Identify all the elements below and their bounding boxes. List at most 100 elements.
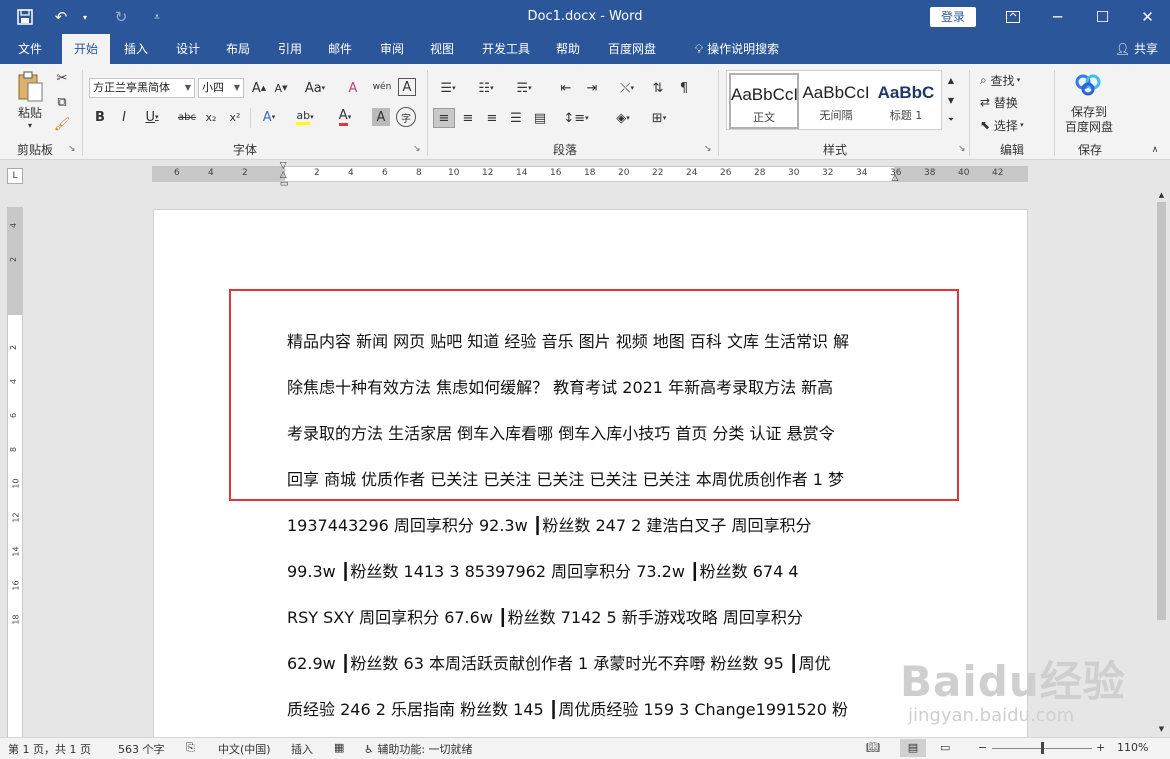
macro-record-icon[interactable]: ▦ bbox=[334, 741, 344, 754]
grow-font-icon[interactable]: A ▲ bbox=[250, 79, 268, 97]
document-line[interactable]: 质经验 246 2 乐居指南 粉丝数 145 ┃周优质经验 159 3 Chan… bbox=[287, 696, 848, 720]
font-launcher-icon[interactable]: ↘ bbox=[413, 144, 421, 154]
proofing-icon[interactable]: ⎘ bbox=[186, 741, 195, 755]
paragraph-launcher-icon[interactable]: ↘ bbox=[704, 144, 712, 154]
zoom-slider-thumb[interactable] bbox=[1041, 742, 1044, 754]
decrease-indent-icon[interactable]: ⇤ bbox=[556, 79, 576, 97]
align-center-button[interactable]: ≡ bbox=[458, 108, 478, 128]
align-left-button[interactable]: ≡ bbox=[433, 108, 455, 128]
tab-review[interactable]: 审阅 bbox=[370, 34, 414, 64]
distributed-button[interactable]: ▤ bbox=[530, 108, 550, 128]
line-spacing-button[interactable]: ↕≡ ▾ bbox=[562, 108, 590, 128]
vertical-ruler[interactable]: 4 2 2 4 6 8 10 12 14 16 18 bbox=[7, 207, 23, 737]
page-count[interactable]: 第 1 页，共 1 页 bbox=[8, 741, 91, 757]
language-indicator[interactable]: 中文(中国) bbox=[218, 741, 271, 757]
borders-button[interactable]: ⊞ ▾ bbox=[644, 108, 674, 128]
web-layout-icon[interactable]: ▭ bbox=[940, 741, 950, 754]
style-heading-1[interactable]: AaBbC 标题 1 bbox=[871, 73, 941, 129]
font-color-button[interactable]: A ▾ bbox=[332, 108, 358, 126]
minimize-icon[interactable]: ─ bbox=[1035, 0, 1080, 34]
save-to-netdisk-button[interactable]: 保存到 bbox=[1058, 104, 1120, 119]
cut-icon[interactable]: ✂ bbox=[54, 70, 70, 86]
tab-mailings[interactable]: 邮件 bbox=[318, 34, 362, 64]
zoom-level[interactable]: 110% bbox=[1117, 741, 1148, 754]
tab-developer[interactable]: 开发工具 bbox=[474, 34, 538, 64]
zoom-out-icon[interactable]: − bbox=[978, 741, 987, 754]
document-line[interactable]: 1937443296 周回享积分 92.3w ┃粉丝数 247 2 建浩白叉子 … bbox=[287, 512, 811, 536]
word-count[interactable]: 563 个字 bbox=[118, 741, 165, 757]
replace-button[interactable]: ⇄ 替换 bbox=[980, 93, 1040, 111]
justify-button[interactable]: ☰ bbox=[506, 108, 526, 128]
align-right-button[interactable]: ≡ bbox=[482, 108, 502, 128]
character-border-icon[interactable]: A bbox=[398, 78, 416, 96]
tab-selector[interactable]: L bbox=[7, 168, 23, 184]
document-line[interactable]: 99.3w ┃粉丝数 1413 3 85397962 周回享积分 73.2w ┃… bbox=[287, 558, 799, 582]
tab-help[interactable]: 帮助 bbox=[546, 34, 590, 64]
paste-button[interactable]: 粘贴 bbox=[12, 104, 48, 120]
find-button[interactable]: ⌕ 查找 ▾ bbox=[980, 71, 1046, 89]
underline-button[interactable]: U ▾ bbox=[140, 108, 164, 126]
scroll-up-icon[interactable]: ▲ bbox=[944, 72, 958, 88]
font-size-combo[interactable]: 小四 ▼ bbox=[198, 78, 244, 98]
italic-button[interactable]: I bbox=[116, 108, 132, 126]
tell-me-search[interactable]: 💡︎ 操作说明搜索 bbox=[682, 34, 792, 64]
tab-baidu-netdisk[interactable]: 百度网盘 bbox=[600, 34, 664, 64]
close-icon[interactable]: ✕ bbox=[1125, 0, 1170, 34]
right-indent-marker-icon[interactable]: △ bbox=[889, 172, 901, 184]
shrink-font-icon[interactable]: A ▼ bbox=[272, 79, 290, 97]
login-button[interactable]: 登录 bbox=[930, 7, 976, 27]
tab-view[interactable]: 视图 bbox=[420, 34, 464, 64]
numbering-button[interactable]: ☷ ▾ bbox=[472, 79, 500, 97]
sort-icon[interactable]: ⇅ bbox=[648, 79, 668, 97]
multilevel-list-button[interactable]: ☴ ▾ bbox=[510, 79, 538, 97]
strikethrough-button[interactable]: abc bbox=[176, 108, 198, 126]
text-effects-button[interactable]: A ▾ bbox=[256, 108, 282, 126]
font-name-combo[interactable]: 方正兰亭黑简体 ▼ bbox=[89, 78, 195, 98]
tab-home[interactable]: 开始 bbox=[62, 34, 110, 64]
more-styles-icon[interactable]: ⏷ bbox=[944, 112, 958, 128]
chevron-down-icon[interactable]: ▾ bbox=[22, 120, 38, 130]
insert-mode[interactable]: 插入 bbox=[291, 741, 313, 757]
highlight-color-button[interactable]: ab ▾ bbox=[290, 108, 320, 126]
tab-layout[interactable]: 布局 bbox=[216, 34, 260, 64]
phonetic-guide-icon[interactable]: wén bbox=[372, 77, 392, 97]
style-normal[interactable]: AaBbCcI 正文 bbox=[729, 73, 799, 129]
document-line[interactable]: 62.9w ┃粉丝数 63 本周活跃贡献创作者 1 承蒙时光不弃嘢 粉丝数 95… bbox=[287, 650, 831, 674]
show-marks-icon[interactable]: ¶ bbox=[674, 79, 694, 97]
bullets-button[interactable]: ☰ ▾ bbox=[434, 79, 462, 97]
print-layout-icon[interactable]: ▤ bbox=[900, 739, 926, 757]
collapse-ribbon-icon[interactable]: ∧ bbox=[1148, 144, 1162, 156]
scrollbar-thumb[interactable] bbox=[1157, 202, 1166, 620]
select-button[interactable]: ⬉ 选择 ▾ bbox=[980, 116, 1046, 134]
clear-format-icon[interactable]: A bbox=[344, 79, 362, 97]
accessibility-status[interactable]: ♿︎ 辅助功能: 一切就绪 bbox=[364, 741, 473, 757]
tab-design[interactable]: 设计 bbox=[166, 34, 210, 64]
share-button[interactable]: 👤︎ 共享 bbox=[1115, 34, 1158, 64]
paste-icon[interactable] bbox=[12, 70, 48, 104]
bold-button[interactable]: B bbox=[92, 108, 108, 126]
scroll-down-icon[interactable]: ▼ bbox=[944, 92, 958, 108]
format-painter-icon[interactable]: 🖌︎ bbox=[54, 116, 71, 132]
character-shading-icon[interactable]: A bbox=[372, 108, 390, 126]
scroll-up-arrow-icon[interactable]: ▲ bbox=[1156, 190, 1167, 200]
maximize-icon[interactable]: ☐ bbox=[1080, 0, 1125, 34]
clipboard-launcher-icon[interactable]: ↘ bbox=[68, 144, 76, 154]
vertical-scrollbar[interactable]: ▲ ▼ bbox=[1153, 190, 1170, 737]
tab-insert[interactable]: 插入 bbox=[114, 34, 158, 64]
indent-marker-icon[interactable]: ▽ △ ▭ bbox=[278, 160, 290, 190]
subscript-button[interactable]: x₂ bbox=[202, 108, 220, 126]
chinese-layout-button[interactable]: ⤬ ▾ bbox=[612, 79, 642, 97]
baidu-netdisk-icon[interactable] bbox=[1070, 72, 1106, 98]
read-mode-icon[interactable]: 📖︎ bbox=[866, 741, 880, 754]
increase-indent-icon[interactable]: ⇥ bbox=[582, 79, 602, 97]
save-to-netdisk-label-2[interactable]: 百度网盘 bbox=[1058, 119, 1120, 134]
enclose-character-icon[interactable]: 字 bbox=[396, 107, 416, 127]
document-line[interactable]: RSY SXY 周回享积分 67.6w ┃粉丝数 7142 5 新手游戏攻略 周… bbox=[287, 604, 803, 628]
tab-references[interactable]: 引用 bbox=[268, 34, 312, 64]
change-case-button[interactable]: Aa ▾ bbox=[300, 79, 330, 97]
superscript-button[interactable]: x² bbox=[226, 108, 244, 126]
ribbon-display-icon[interactable] bbox=[990, 0, 1035, 34]
zoom-in-icon[interactable]: + bbox=[1096, 741, 1105, 754]
copy-icon[interactable]: ⧉ bbox=[54, 94, 70, 110]
scroll-down-arrow-icon[interactable]: ▼ bbox=[1156, 724, 1167, 734]
